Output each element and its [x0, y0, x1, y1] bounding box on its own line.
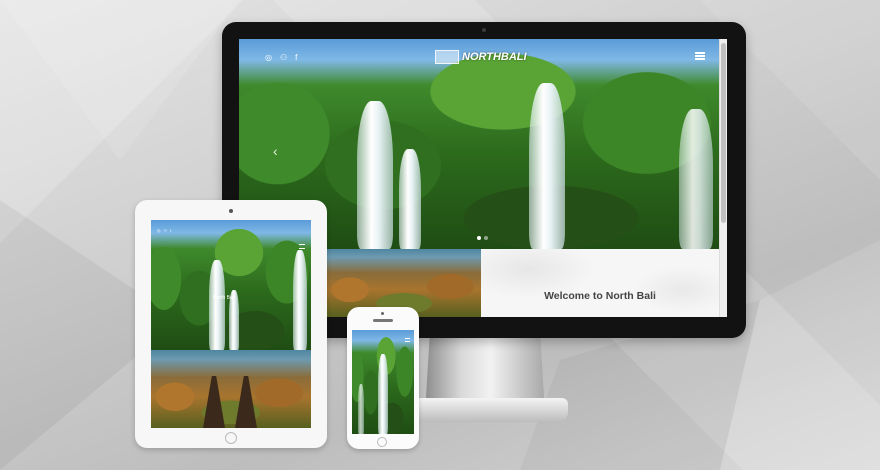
- tripadvisor-icon[interactable]: ⚇: [164, 228, 168, 233]
- social-icons: ◎ ⚇ f: [265, 53, 297, 62]
- tablet-temple-image: [151, 350, 311, 428]
- tablet-social-icons: ◎ ⚇ f: [157, 228, 171, 233]
- tablet-home-button: [225, 432, 237, 444]
- tablet-device: ◎ ⚇ f North Bali: [135, 200, 327, 448]
- phone-camera: [381, 312, 384, 315]
- tablet-hero-caption: North Bali: [213, 295, 235, 301]
- scrollbar[interactable]: [719, 39, 727, 317]
- welcome-heading: Welcome to North Bali: [544, 290, 656, 302]
- site-logo[interactable]: NORTHBALI: [435, 48, 527, 66]
- tripadvisor-icon[interactable]: ⚇: [280, 53, 287, 62]
- phone-menu-icon[interactable]: [405, 338, 410, 342]
- logo-text: NORTHBALI: [462, 51, 527, 63]
- monitor-stand-neck: [426, 338, 544, 398]
- welcome-panel: Welcome to North Bali: [481, 249, 719, 317]
- slider-prev-arrow-icon[interactable]: ‹: [273, 143, 278, 159]
- scrollbar-thumb[interactable]: [721, 43, 726, 223]
- tablet-menu-icon[interactable]: [299, 244, 305, 249]
- tablet-hero-image: ◎ ⚇ f North Bali: [151, 220, 311, 350]
- monitor-camera: [482, 28, 486, 32]
- phone-speaker: [373, 319, 393, 322]
- slider-dot[interactable]: [484, 236, 488, 240]
- phone-home-button: [377, 437, 387, 447]
- facebook-icon[interactable]: f: [295, 53, 297, 62]
- logo-badge-icon: [435, 50, 459, 64]
- instagram-icon[interactable]: ◎: [157, 228, 161, 233]
- phone-device: [347, 307, 419, 449]
- monitor-stand-base: [410, 398, 568, 422]
- facebook-icon[interactable]: f: [170, 228, 171, 233]
- slider-dot[interactable]: [477, 236, 481, 240]
- menu-icon[interactable]: [695, 52, 705, 60]
- instagram-icon[interactable]: ◎: [265, 53, 272, 62]
- phone-screen: [352, 330, 414, 434]
- tablet-screen: ◎ ⚇ f North Bali: [151, 220, 311, 428]
- tablet-camera: [229, 209, 233, 213]
- slider-dots: [477, 236, 488, 240]
